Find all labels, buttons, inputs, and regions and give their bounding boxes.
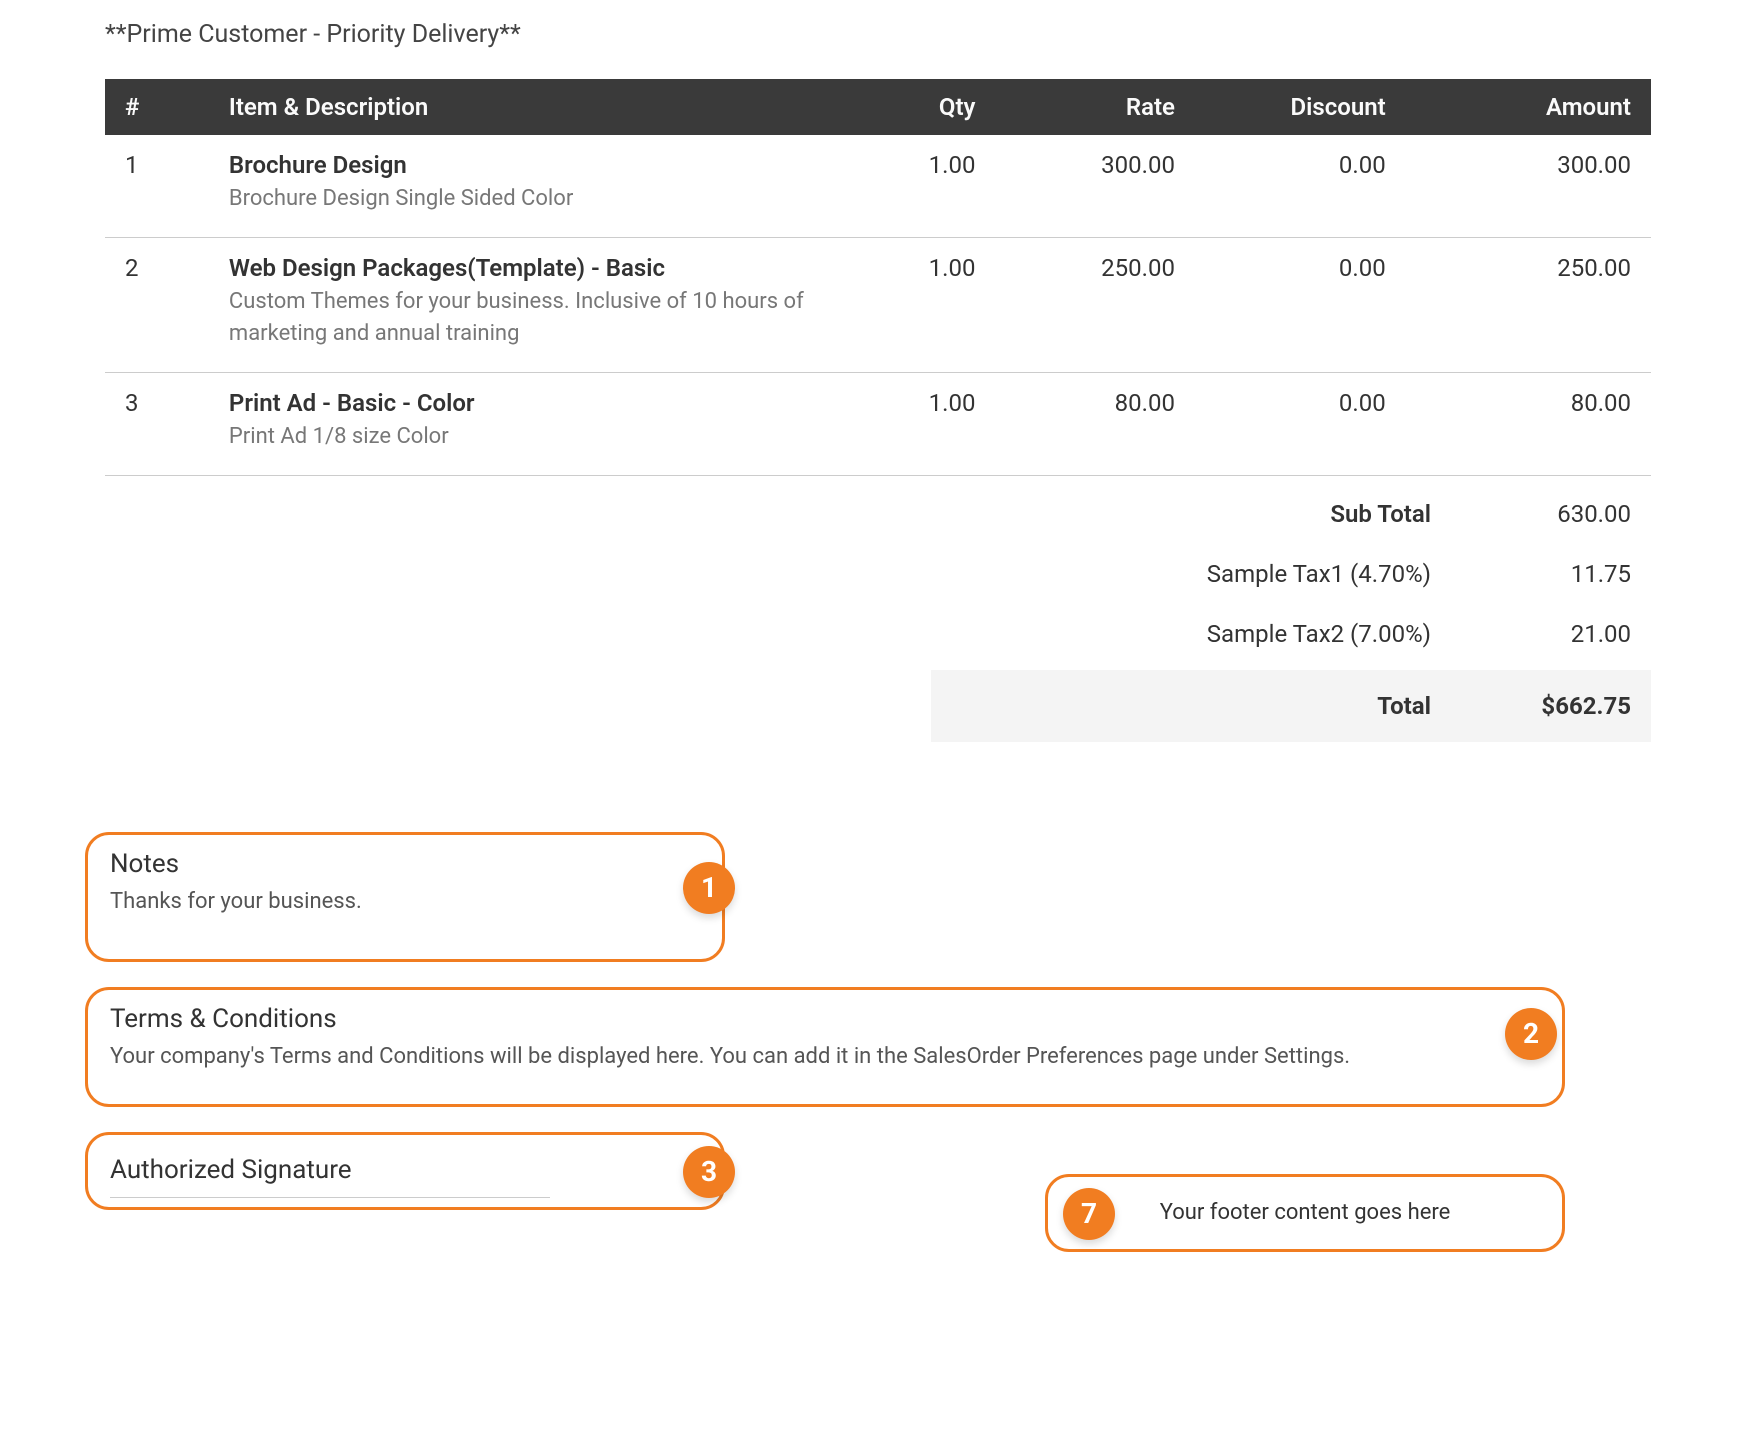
tax1-value: 11.75 [1491, 560, 1631, 588]
tax2-value: 21.00 [1491, 620, 1631, 648]
col-header-amount: Amount [1406, 79, 1651, 135]
footer-body: Your footer content goes here [1160, 1200, 1451, 1225]
terms-body: Your company's Terms and Conditions will… [110, 1044, 1540, 1069]
invoice-page: **Prime Customer - Priority Delivery** #… [0, 0, 1756, 1450]
tax1-row: Sample Tax1 (4.70%) 11.75 [931, 544, 1651, 604]
cell-rate: 250.00 [995, 237, 1195, 372]
grand-total-label: Total [951, 692, 1491, 720]
cell-discount: 0.00 [1195, 372, 1406, 475]
footer-callout: Your footer content goes here [1045, 1174, 1565, 1252]
col-header-rate: Rate [995, 79, 1195, 135]
col-header-item: Item & Description [209, 79, 844, 135]
item-desc: Custom Themes for your business. Inclusi… [229, 286, 824, 350]
subtotal-value: 630.00 [1491, 500, 1631, 528]
cell-index: 2 [105, 237, 209, 372]
cell-rate: 300.00 [995, 135, 1195, 237]
cell-discount: 0.00 [1195, 237, 1406, 372]
cell-index: 3 [105, 372, 209, 475]
terms-callout: Terms & Conditions Your company's Terms … [85, 987, 1565, 1107]
item-desc: Print Ad 1/8 size Color [229, 421, 824, 453]
col-header-index: # [105, 79, 209, 135]
cell-amount: 250.00 [1406, 237, 1651, 372]
totals-section: Sub Total 630.00 Sample Tax1 (4.70%) 11.… [105, 484, 1651, 742]
signature-callout: Authorized Signature [85, 1132, 725, 1210]
table-row: 1 Brochure Design Brochure Design Single… [105, 135, 1651, 237]
cell-item: Web Design Packages(Template) - Basic Cu… [209, 237, 844, 372]
notes-callout: Notes Thanks for your business. [85, 832, 725, 962]
col-header-qty: Qty [843, 79, 995, 135]
cell-index: 1 [105, 135, 209, 237]
table-header-row: # Item & Description Qty Rate Discount A… [105, 79, 1651, 135]
tax2-label: Sample Tax2 (7.00%) [951, 620, 1491, 648]
cell-item: Print Ad - Basic - Color Print Ad 1/8 si… [209, 372, 844, 475]
terms-title: Terms & Conditions [110, 1004, 1540, 1034]
grand-total-value: $662.75 [1491, 692, 1631, 720]
tax2-row: Sample Tax2 (7.00%) 21.00 [931, 604, 1651, 664]
callout-badge-3: 3 [683, 1146, 735, 1198]
notes-body: Thanks for your business. [110, 889, 700, 914]
line-items-table: # Item & Description Qty Rate Discount A… [105, 79, 1651, 476]
cell-amount: 80.00 [1406, 372, 1651, 475]
callout-badge-2: 2 [1505, 1008, 1557, 1060]
table-row: 3 Print Ad - Basic - Color Print Ad 1/8 … [105, 372, 1651, 475]
cell-qty: 1.00 [843, 135, 995, 237]
tax1-label: Sample Tax1 (4.70%) [951, 560, 1491, 588]
cell-amount: 300.00 [1406, 135, 1651, 237]
cell-qty: 1.00 [843, 237, 995, 372]
cell-discount: 0.00 [1195, 135, 1406, 237]
signature-title: Authorized Signature [110, 1155, 550, 1198]
callout-badge-7: 7 [1063, 1188, 1115, 1240]
table-row: 2 Web Design Packages(Template) - Basic … [105, 237, 1651, 372]
item-desc: Brochure Design Single Sided Color [229, 183, 824, 215]
item-name: Brochure Design [229, 151, 824, 179]
col-header-discount: Discount [1195, 79, 1406, 135]
notes-title: Notes [110, 849, 700, 879]
customer-banner: **Prime Customer - Priority Delivery** [105, 20, 1651, 49]
item-name: Print Ad - Basic - Color [229, 389, 824, 417]
grand-total-row: Total $662.75 [931, 670, 1651, 742]
cell-qty: 1.00 [843, 372, 995, 475]
item-name: Web Design Packages(Template) - Basic [229, 254, 824, 282]
cell-item: Brochure Design Brochure Design Single S… [209, 135, 844, 237]
subtotal-label: Sub Total [951, 500, 1491, 528]
cell-rate: 80.00 [995, 372, 1195, 475]
subtotal-row: Sub Total 630.00 [931, 484, 1651, 544]
callout-badge-1: 1 [683, 862, 735, 914]
